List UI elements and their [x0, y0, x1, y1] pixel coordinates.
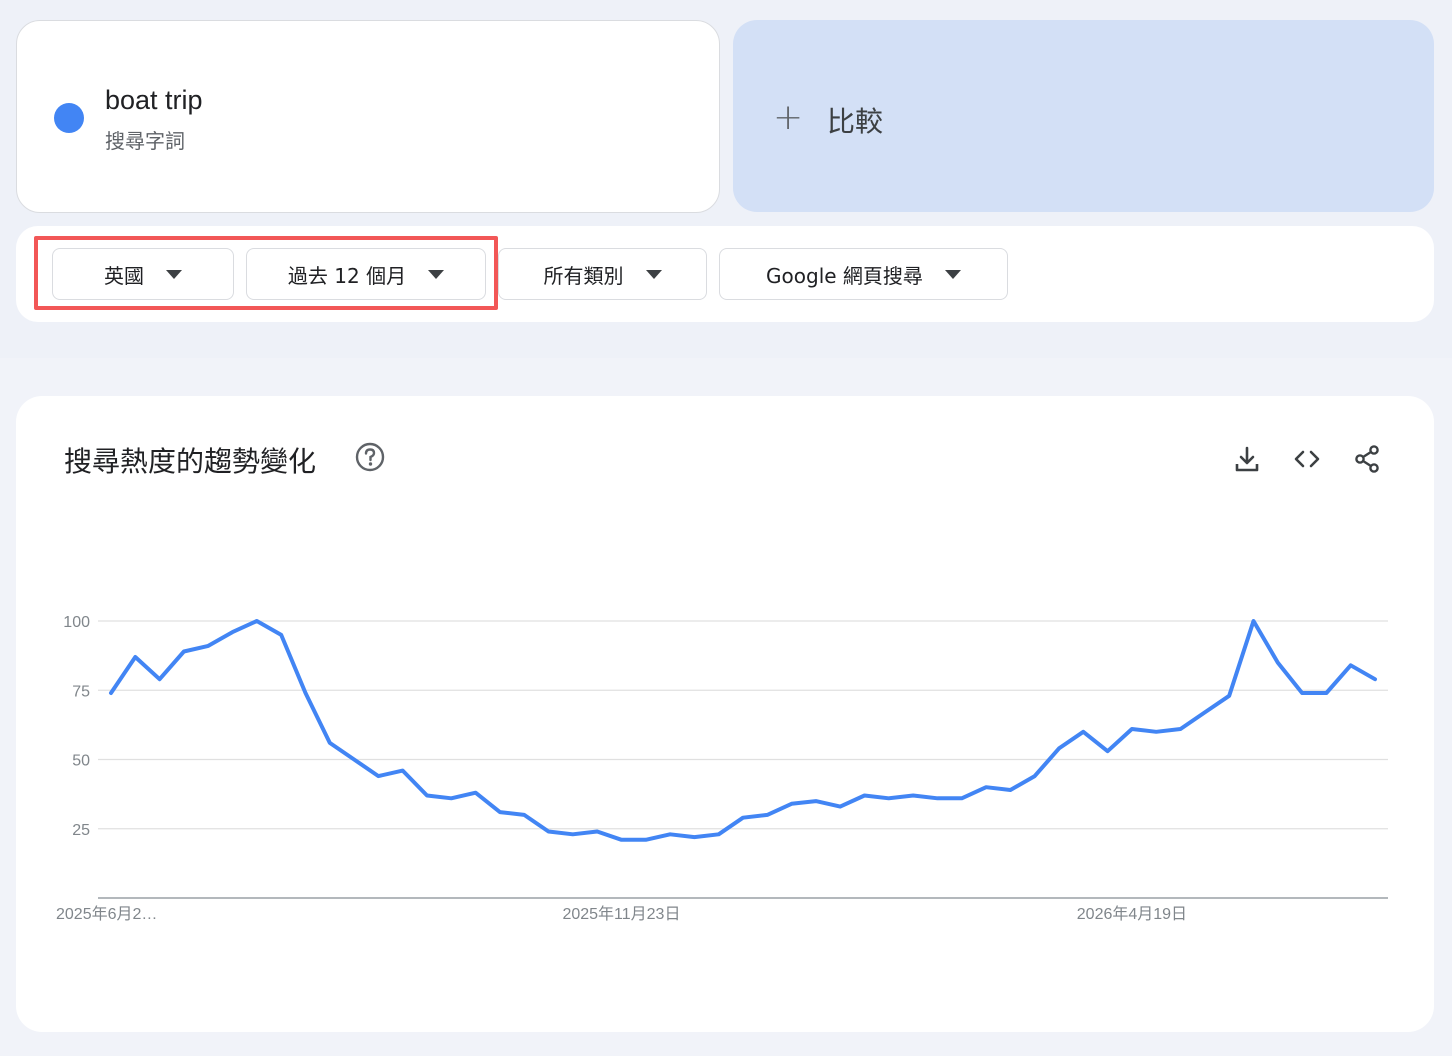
x-tick-label: 2025年6月2… — [56, 905, 157, 923]
x-tick-label: 2025年11月23日 — [562, 905, 680, 923]
x-axis-ticks: 2025年6月2… 2025年11月23日 2026年4月19日 — [56, 905, 1187, 923]
y-tick-label: 75 — [72, 683, 90, 700]
series-line[interactable] — [109, 619, 1377, 842]
caret-down-icon — [645, 269, 662, 279]
y-tick-label: 50 — [72, 753, 90, 770]
y-tick-label: 25 — [72, 822, 90, 839]
trend-chart: 25 50 75 100 2025年6月2… 2025年11月23日 2026年4月19日 — [56, 614, 1388, 923]
search-source-dropdown[interactable]: Google 網頁搜尋 — [719, 248, 1008, 300]
term-type-label: 搜尋字詞 — [105, 129, 185, 153]
plus-icon: + — [773, 97, 804, 138]
interest-over-time-card: 搜尋熱度的趨勢變化 25 50 75 100 2025年6月2… 2025年11月23日… — [16, 396, 1434, 1032]
x-tick-label: 2026年4月19日 — [1077, 905, 1187, 923]
search-source-dropdown-label: Google 網頁搜尋 — [766, 263, 923, 288]
category-dropdown[interactable]: 所有類別 — [498, 248, 707, 300]
highlight-box — [34, 236, 498, 310]
caret-down-icon — [944, 269, 961, 279]
term-color-dot — [54, 103, 84, 133]
compare-button[interactable]: + 比較 — [733, 20, 1434, 212]
search-term-card[interactable]: boat trip 搜尋字詞 — [16, 20, 720, 213]
chart-series — [109, 619, 1377, 842]
y-tick-label: 100 — [63, 614, 90, 631]
category-dropdown-label: 所有類別 — [543, 263, 624, 288]
term-name: boat trip — [105, 85, 203, 115]
compare-label: 比較 — [827, 105, 884, 138]
y-axis-ticks: 25 50 75 100 — [63, 614, 90, 839]
